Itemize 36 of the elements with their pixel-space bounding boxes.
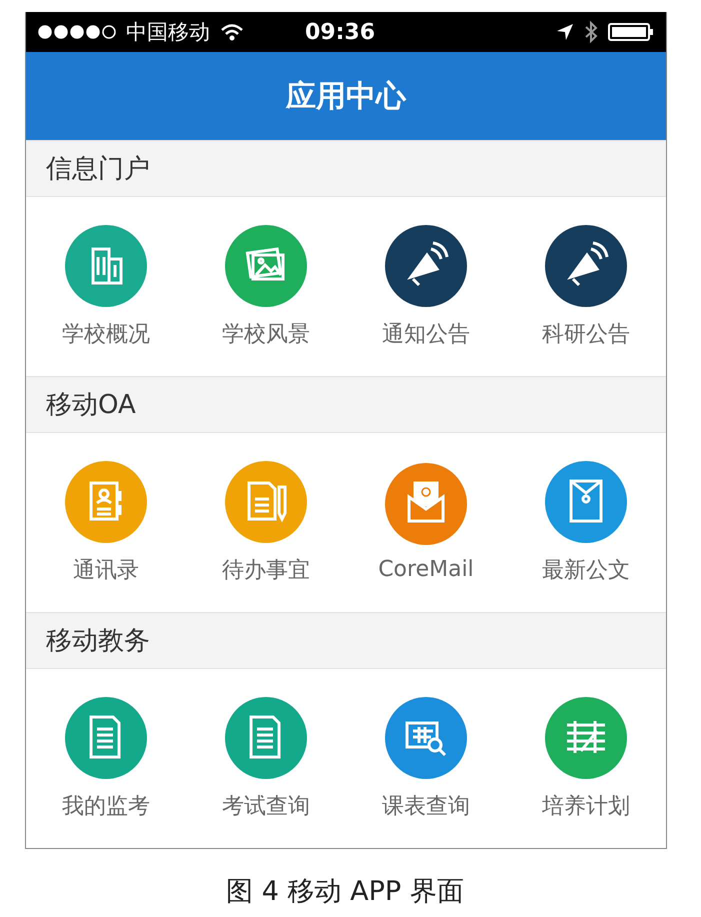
app-label[interactable]: 考试查询: [222, 790, 310, 820]
contact-book-icon[interactable]: [65, 460, 147, 542]
mail-icon[interactable]: [385, 463, 467, 545]
megaphone-icon[interactable]: [385, 224, 467, 306]
app-label[interactable]: 待办事宜: [222, 554, 310, 584]
figure-caption: 图 4 移动 APP 界面: [226, 876, 464, 907]
app-label[interactable]: 培养计划: [542, 790, 630, 820]
header-title: 应用中心: [286, 78, 406, 116]
app-label[interactable]: 科研公告: [542, 318, 630, 348]
status-time: 09:36: [304, 20, 376, 44]
app-label[interactable]: 学校风景: [222, 318, 310, 348]
grid-edit-icon[interactable]: [545, 696, 627, 778]
app-label[interactable]: 课表查询: [382, 790, 470, 820]
signal-icon: [38, 25, 116, 39]
envelope-icon[interactable]: [545, 460, 627, 542]
document-icon[interactable]: [225, 696, 307, 778]
megaphone-icon[interactable]: [545, 224, 627, 306]
app-label[interactable]: 通知公告: [382, 318, 470, 348]
app-label[interactable]: 通讯录: [73, 554, 139, 584]
wifi-icon: [220, 23, 244, 41]
document-icon[interactable]: [65, 696, 147, 778]
section-title: 移动OA: [46, 389, 136, 422]
carrier-name: 中国移动: [126, 19, 210, 46]
table-search-icon[interactable]: [385, 696, 467, 778]
bluetooth-icon: [584, 21, 598, 43]
app-label[interactable]: CoreMail: [378, 557, 474, 582]
section-title: 信息门户: [46, 153, 150, 186]
photos-icon[interactable]: [225, 224, 307, 306]
section-title: 移动教务: [46, 625, 150, 658]
building-icon[interactable]: [65, 224, 147, 306]
app-label[interactable]: 最新公文: [542, 554, 630, 584]
battery-icon: [608, 22, 654, 42]
app-label[interactable]: 学校概况: [62, 318, 150, 348]
location-icon: [556, 23, 574, 41]
app-label[interactable]: 我的监考: [62, 790, 150, 820]
document-pen-icon[interactable]: [225, 460, 307, 542]
